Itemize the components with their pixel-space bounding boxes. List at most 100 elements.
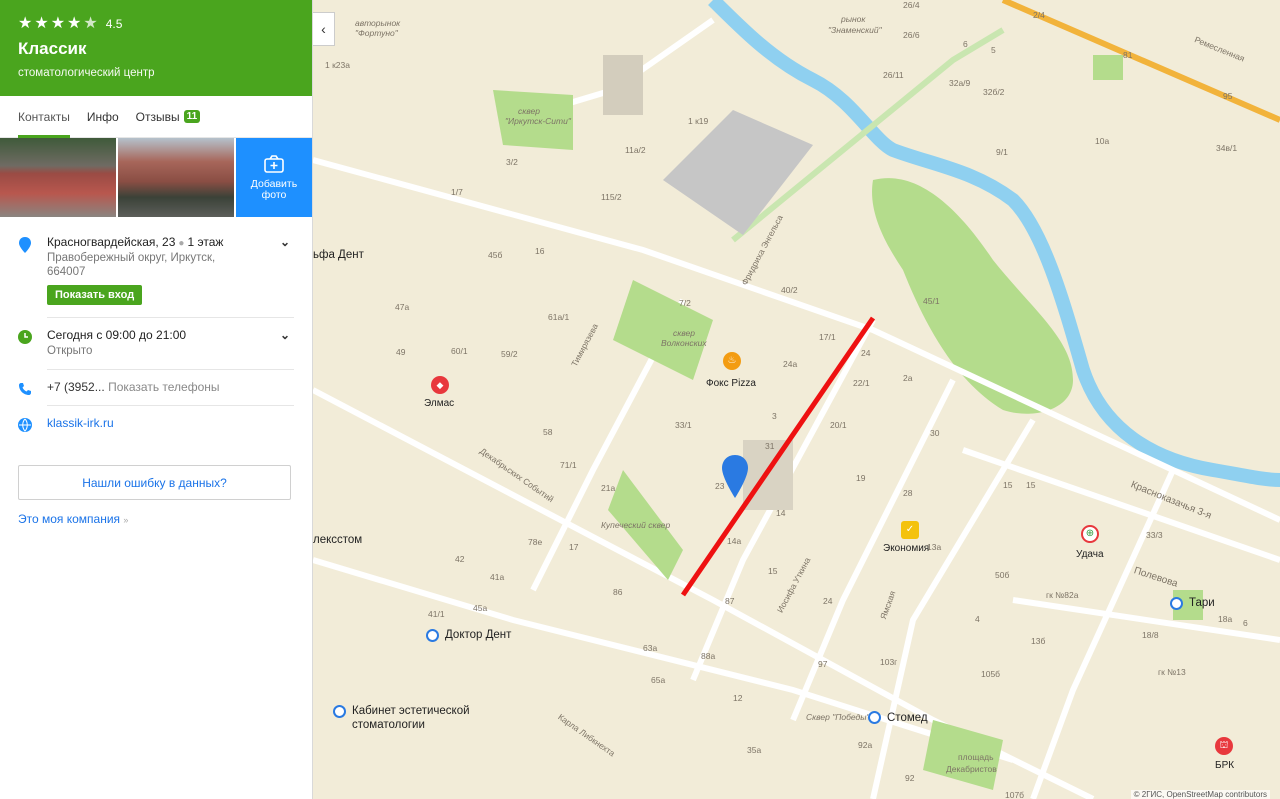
house-number: 24а [783,359,798,369]
dentist-marker-icon[interactable] [426,629,439,642]
poi-label[interactable]: стоматологии [352,719,425,731]
map-label: Купеческий сквер [601,520,671,530]
map-copyright[interactable]: © 2ГИС, OpenStreetMap contributors [1130,790,1270,799]
company-photo[interactable] [0,138,116,217]
dentist-marker-icon[interactable] [333,705,346,718]
house-number: 35а [747,745,762,755]
add-photo-button[interactable]: Добавить фото [236,138,312,217]
house-number: 9/1 [996,147,1008,157]
company-category: стоматологический центр [18,67,155,79]
photo-strip: Добавить фото [0,138,312,217]
report-error-button[interactable]: Нашли ошибку в данных? [18,465,291,500]
address-floor: 1 этаж [187,235,224,249]
map-label: Волконских [661,338,707,348]
star-icon: ★ [34,15,49,32]
camera-plus-icon [264,155,284,173]
rating-value: 4.5 [105,17,123,31]
house-number: 92а [858,740,873,750]
house-number: 34в/1 [1216,143,1238,153]
company-title: Классик [18,39,87,58]
map[interactable]: авторынок "Фортуно" рынок "Знаменский" с… [313,0,1280,799]
house-number: 2/4 [1033,10,1045,20]
map-label: площадь [958,752,994,762]
house-number: 45а [473,603,488,613]
poi-label[interactable]: БРК [1215,760,1234,771]
house-number: 11а/2 [625,145,646,155]
tab-reviews[interactable]: Отзывы 11 [136,96,201,137]
house-number: 5 [991,45,996,55]
star-icon: ★ [50,15,66,32]
house-number: 26/4 [903,0,920,10]
house-number: 6 [1243,618,1248,628]
show-phones-link[interactable]: Показать телефоны [108,380,219,394]
diamond-icon[interactable]: ◆ [431,376,449,394]
collapse-panel-button[interactable]: ‹ [313,12,335,46]
poi-label[interactable]: Стомед [887,712,928,724]
house-number: 26/11 [883,70,904,80]
house-number: 20/1 [830,420,847,430]
house-number: 33/3 [1146,530,1163,540]
tab-contacts[interactable]: Контакты [18,96,70,138]
house-number: 28 [903,488,913,498]
show-entrance-button[interactable]: Показать вход [47,285,143,305]
house-number: 26/6 [903,30,920,40]
dentist-marker-icon[interactable] [868,711,881,724]
poi-label[interactable]: Кабинет эстетической [352,705,470,717]
checkmark-icon[interactable]: ✓ [901,521,919,539]
address-row: Красногвардейская, 23 ● 1 этаж Правобережн… [0,217,312,318]
map-label: "Иркутск-Сити" [505,116,571,126]
poi-label[interactable]: ьфа Дент [313,249,364,261]
hours-row: Сегодня с 09:00 до 21:00 Открыто ⌄ [0,318,312,370]
phone-row: +7 (3952... Показать телефоны [0,370,312,406]
app: ★ ★ ★ ★ ★ 4.5 Классик стоматологический … [0,0,1280,799]
house-number: 23 [715,481,725,491]
house-number: 41/1 [428,609,445,619]
house-number: 6 [963,39,968,49]
map-label: рынок [841,14,866,24]
house-number: 33/1 [675,420,692,430]
sidebar: ★ ★ ★ ★ ★ 4.5 Классик стоматологический … [0,0,313,799]
poi-label[interactable]: Экономия [883,543,929,554]
house-number: 32а/9 [949,78,971,88]
house-number: 1 к23а [325,60,350,70]
website-row: klassik-irk.ru [0,406,312,437]
house-number: 47а [395,302,410,312]
house-number: 10а [1095,136,1110,146]
chevron-down-icon[interactable]: ⌄ [280,235,290,249]
poi-label[interactable]: лексстом [313,534,362,546]
house-number: 71/1 [560,460,577,470]
house-number: 15 [768,566,778,576]
phone-number: +7 (3952... [47,380,105,394]
house-number: 107б [1005,790,1025,799]
house-number: 14 [776,508,786,518]
poi-label[interactable]: Тари [1189,597,1215,609]
tab-info[interactable]: Инфо [87,96,119,137]
house-number: 59/2 [501,349,518,359]
house-number: 78е [528,537,543,547]
tram-icon[interactable]: ⛫ [1215,737,1233,755]
poi-label[interactable]: Удача [1076,549,1104,560]
dentist-marker-icon[interactable] [1170,597,1183,610]
poi-label[interactable]: Элмас [424,398,454,409]
house-number: 3/2 [506,157,518,167]
house-number: 2а [903,373,913,383]
clock-icon [18,328,47,370]
claim-company-link[interactable]: Это моя компания » [18,512,294,526]
poi-label[interactable]: Фокс Pizza [706,378,756,389]
website-link[interactable]: klassik-irk.ru [47,416,294,437]
poi-label[interactable]: Доктор Дент [445,629,511,641]
house-number: 14а [727,536,742,546]
house-number: 30 [930,428,940,438]
cart-icon[interactable]: ⊕ [1081,525,1099,543]
chevron-down-icon[interactable]: ⌄ [280,328,290,342]
map-label: авторынок [355,18,401,28]
house-number: 50б [995,570,1010,580]
map-label: гк №13 [1158,667,1186,677]
half-star-icon: ★ [83,15,98,32]
company-photo[interactable] [118,138,234,217]
location-pin-icon [18,235,47,318]
house-number: 19 [856,473,866,483]
fire-icon[interactable]: ♨ [723,352,741,370]
house-number: 63а [643,643,658,653]
house-number: 32б/2 [983,87,1005,97]
